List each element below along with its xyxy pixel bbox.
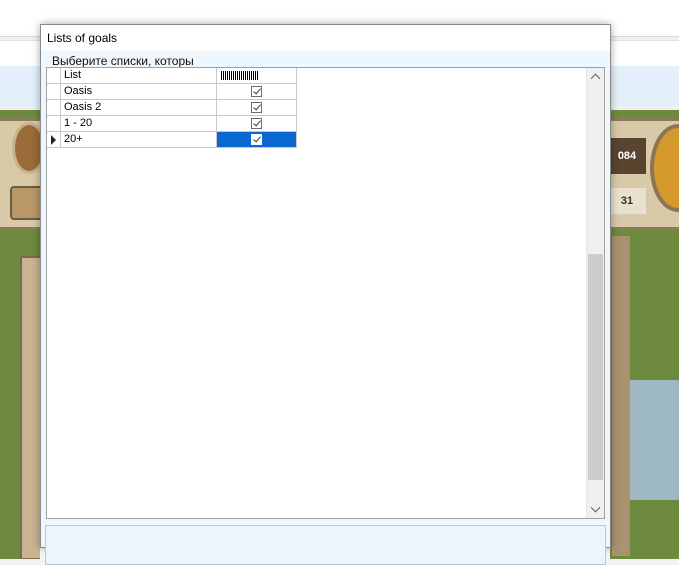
include-cell[interactable] <box>217 116 297 132</box>
dialog-title: Lists of goals <box>47 31 118 45</box>
include-cell-selected[interactable] <box>217 132 297 148</box>
checkbox-checked-icon[interactable] <box>251 134 262 145</box>
list-name-cell[interactable]: 20+ <box>61 132 217 148</box>
dialog-titlebar[interactable]: Lists of goals <box>41 25 610 51</box>
background-hud-value-2: 31 <box>608 188 646 214</box>
group-caption: Выберите списки, которы <box>52 54 194 68</box>
lists-of-goals-dialog: Lists of goals Выберите списки, которы L… <box>40 24 611 565</box>
checkbox-checked-icon[interactable] <box>251 86 262 97</box>
bottom-panel <box>45 525 606 565</box>
chevron-up-icon <box>590 73 601 84</box>
column-header-list[interactable]: List <box>61 68 217 84</box>
background-waterfall <box>630 380 679 500</box>
checkbox-checked-icon[interactable] <box>251 102 262 113</box>
include-cell[interactable] <box>217 84 297 100</box>
row-header[interactable] <box>47 84 61 100</box>
column-header-glyph <box>221 71 259 80</box>
list-name-cell[interactable]: Oasis 2 <box>61 100 217 116</box>
list-name-cell[interactable]: Oasis <box>61 84 217 100</box>
scroll-up-button[interactable] <box>587 68 604 85</box>
background-frame-right <box>612 236 630 556</box>
dialog-client-area: Выберите списки, которы List Oasis Oasis… <box>41 51 610 565</box>
row-header[interactable] <box>47 132 61 148</box>
checkbox-checked-icon[interactable] <box>251 118 262 129</box>
vertical-scrollbar[interactable] <box>586 68 604 518</box>
row-header[interactable] <box>47 100 61 116</box>
list-name-cell[interactable]: 1 - 20 <box>61 116 217 132</box>
scroll-down-button[interactable] <box>587 501 604 518</box>
chevron-down-icon <box>590 502 601 513</box>
column-header-check[interactable] <box>217 68 297 84</box>
scrollbar-thumb[interactable] <box>588 254 603 480</box>
grid-corner-cell[interactable] <box>47 68 61 84</box>
include-cell[interactable] <box>217 100 297 116</box>
background-hud-button <box>10 186 44 220</box>
background-hud-value-1: 084 <box>608 138 646 174</box>
lists-grid[interactable]: List Oasis Oasis 2 1 - 20 20+ <box>46 67 605 519</box>
row-header[interactable] <box>47 116 61 132</box>
triangle-right-icon <box>51 135 56 145</box>
